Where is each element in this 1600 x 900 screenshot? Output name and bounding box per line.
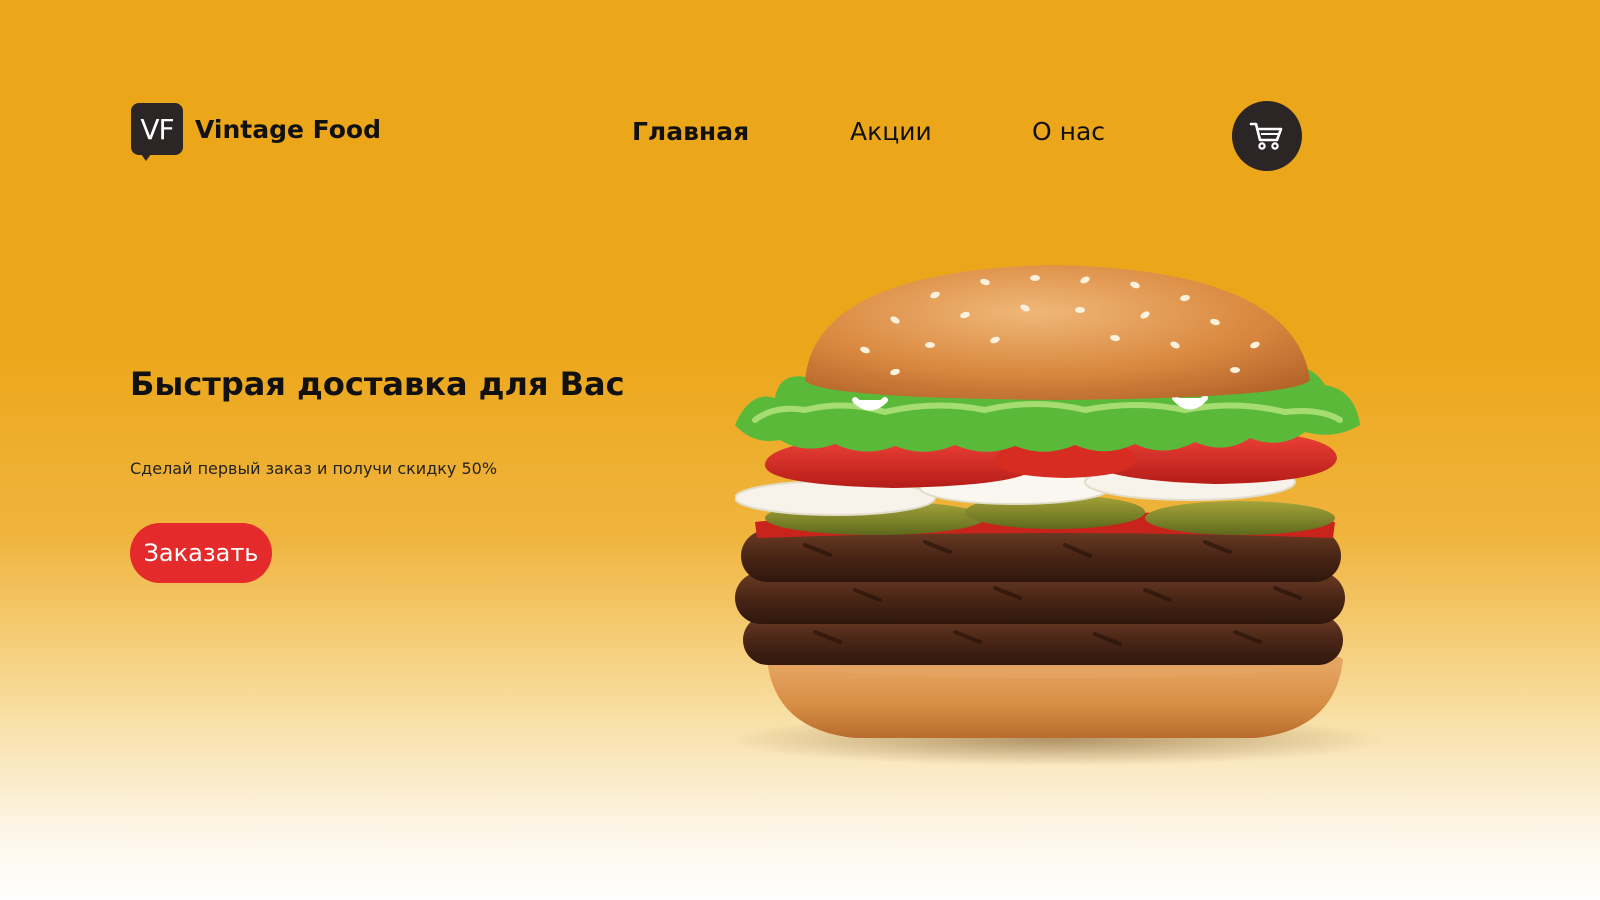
shopping-cart-icon: [1249, 122, 1283, 150]
order-button[interactable]: Заказать: [130, 523, 272, 583]
main-nav: Главная Акции О нас: [0, 112, 1600, 152]
nav-link-home[interactable]: Главная: [632, 112, 749, 152]
cart-button[interactable]: [1232, 101, 1302, 171]
nav-link-promotions[interactable]: Акции: [850, 112, 932, 152]
burger-image: [735, 265, 1385, 766]
hero-subtitle: Сделай первый заказ и получи скидку 50%: [130, 459, 498, 478]
hero-title: Быстрая доставка для Вас: [130, 365, 625, 403]
nav-link-about[interactable]: О нас: [1032, 112, 1105, 152]
